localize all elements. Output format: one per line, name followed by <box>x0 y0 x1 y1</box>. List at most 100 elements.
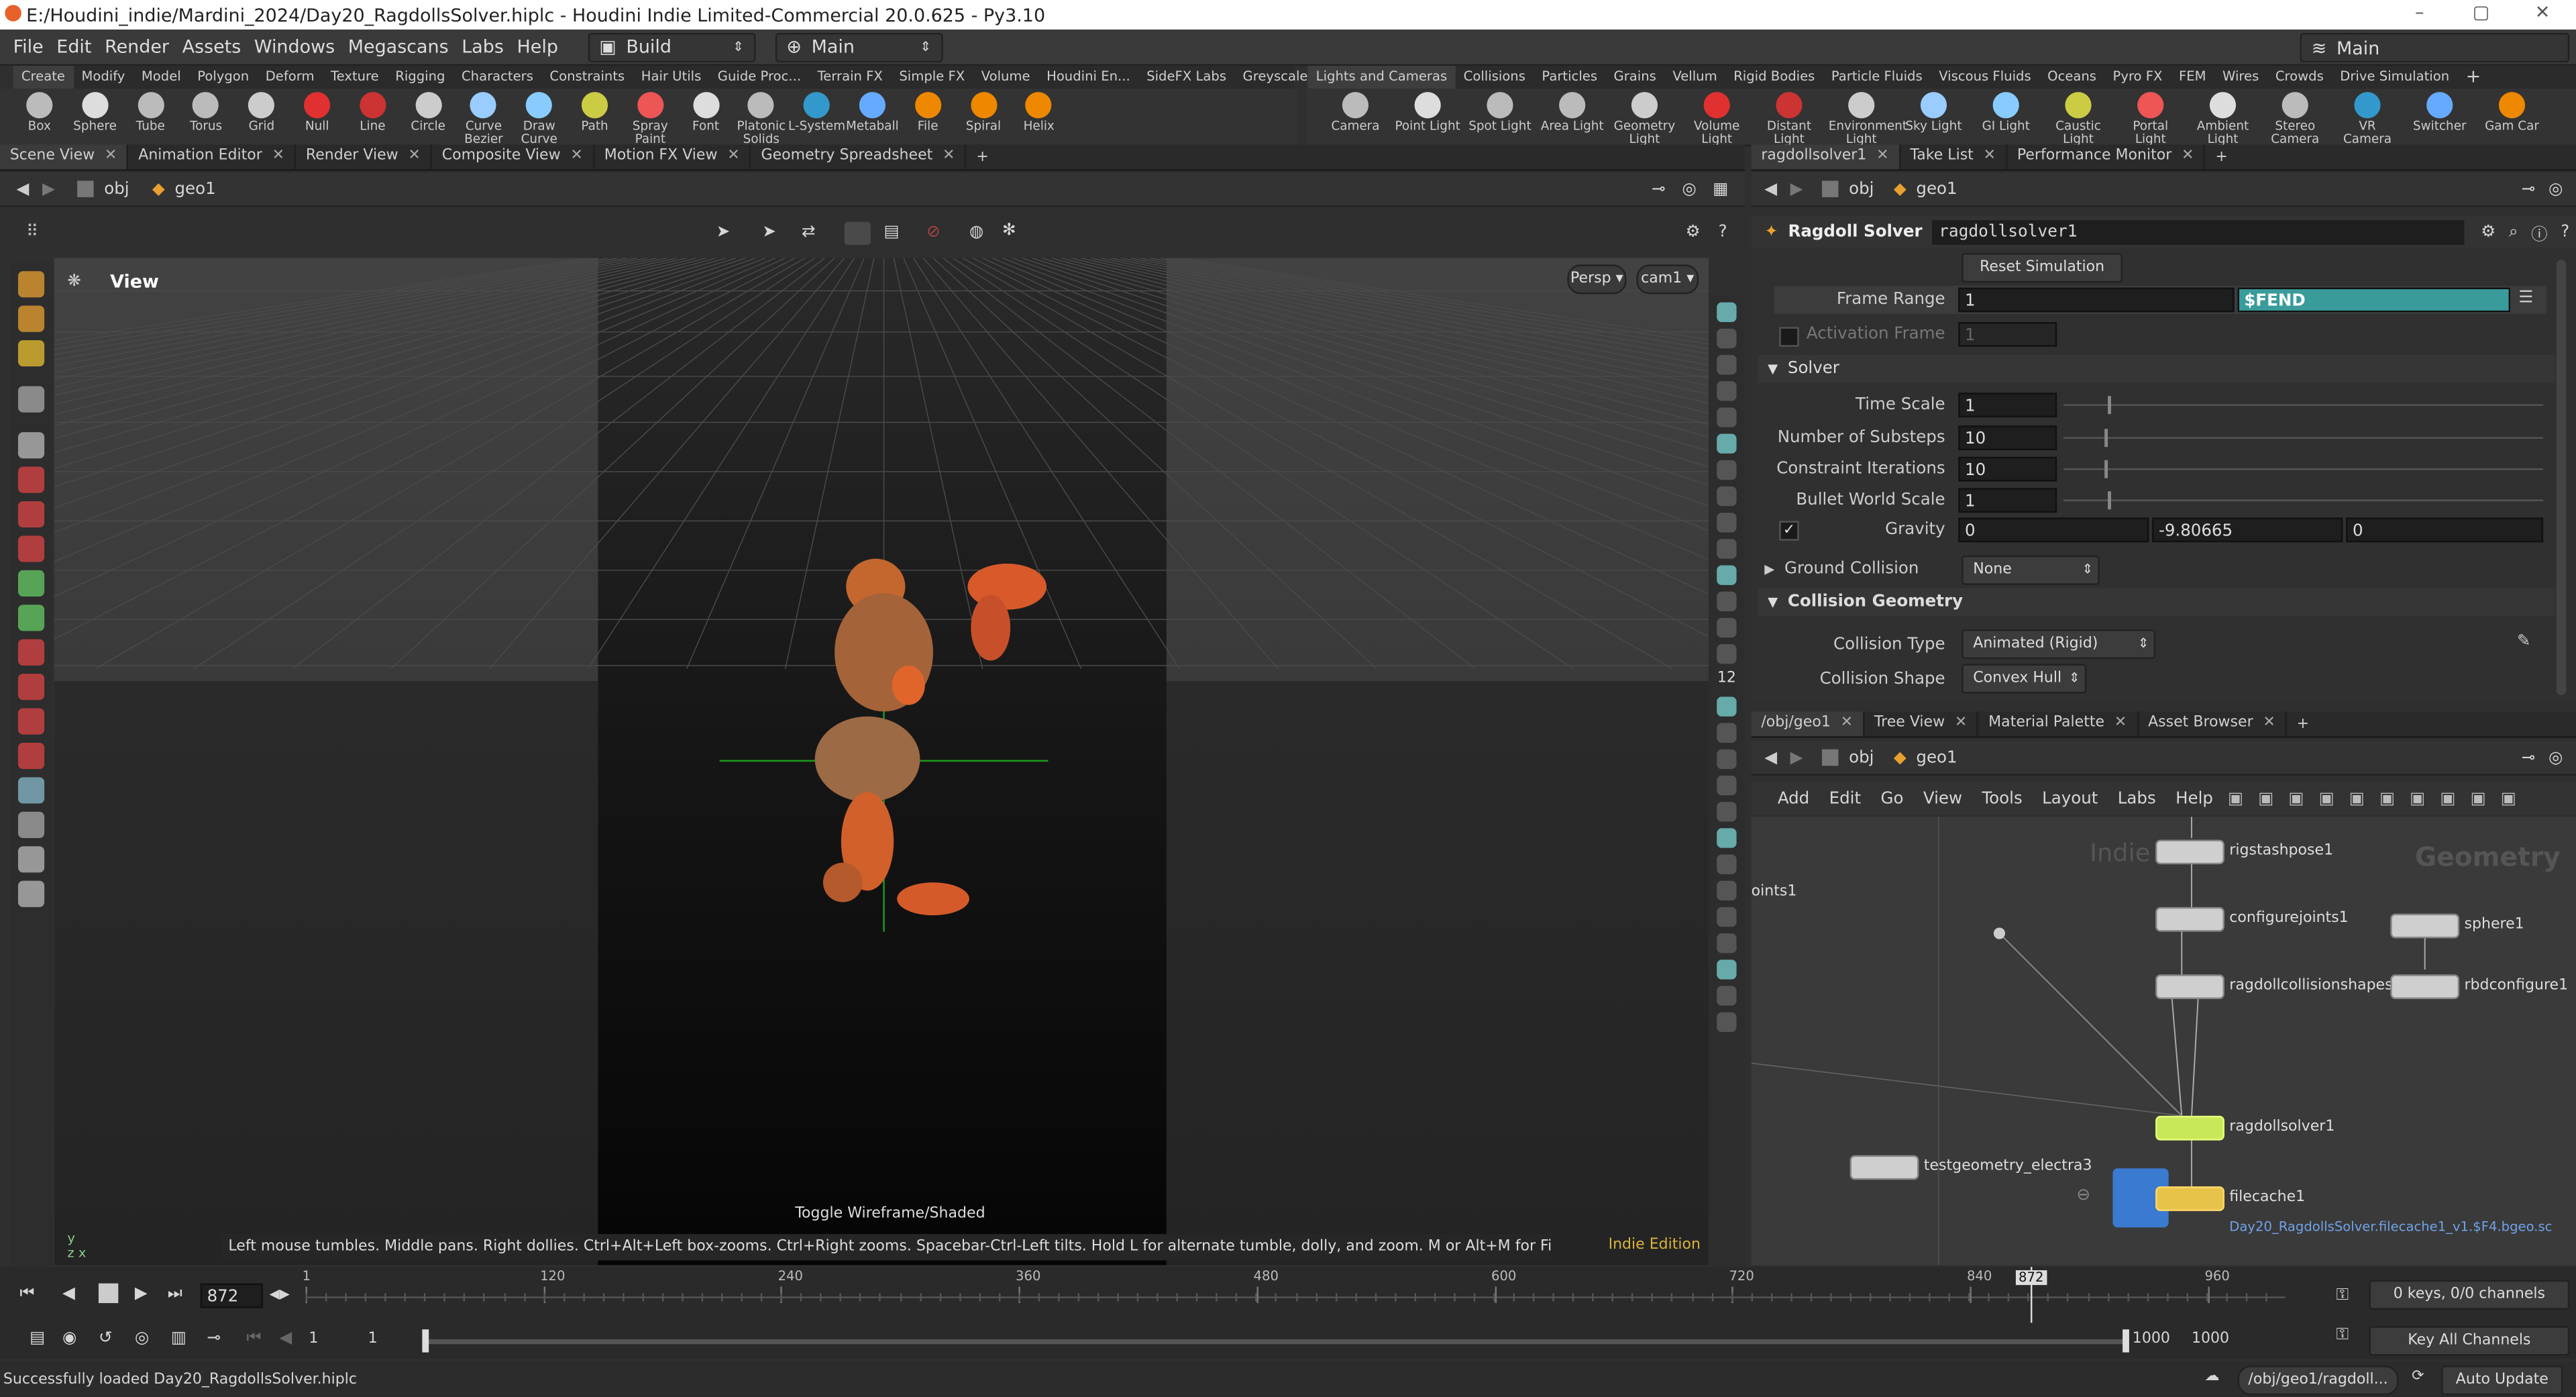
shelf-tool-volume-light[interactable]: Volume Light <box>1684 89 1750 146</box>
pin-icon[interactable]: ⊸ <box>2522 749 2536 767</box>
menu-edit[interactable]: Edit <box>56 36 91 58</box>
menu-help[interactable]: Help <box>517 36 558 58</box>
display-option-icon[interactable] <box>1717 486 1737 507</box>
close-icon[interactable]: ✕ <box>2535 1 2551 23</box>
close-tab-icon[interactable]: ✕ <box>1955 715 1967 731</box>
gear-icon[interactable]: ⚙ <box>2481 223 2496 241</box>
close-tab-icon[interactable]: ✕ <box>1984 148 1996 164</box>
shelf-tab[interactable]: Houdini En... <box>1038 66 1138 89</box>
viewer-options-icon[interactable]: ⚙ <box>1686 223 1701 242</box>
keys-info-button[interactable]: 0 keys, 0/0 channels <box>2369 1280 2570 1310</box>
gravity-x-field[interactable]: 0 <box>1958 517 2149 543</box>
display-option-icon[interactable] <box>1717 539 1737 559</box>
shelf-tab[interactable]: Deform <box>257 66 322 89</box>
display-option-icon[interactable] <box>1717 328 1737 349</box>
link-icon[interactable]: ◎ <box>2548 749 2563 767</box>
constraint-iterations-slider[interactable] <box>2063 468 2544 470</box>
tree-icon[interactable]: ▣ <box>2258 790 2273 808</box>
display-option-icon[interactable] <box>1717 565 1737 585</box>
stop-icon[interactable]: ⊘ <box>926 223 941 242</box>
back-arrow-icon[interactable]: ◀ <box>1764 749 1777 767</box>
range-end2-field[interactable]: 1000 <box>2192 1331 2229 1347</box>
add-tab-icon[interactable]: + <box>2215 149 2227 165</box>
shelf-tab[interactable]: Terrain FX <box>809 66 891 89</box>
network-menu-layout[interactable]: Layout <box>2042 790 2098 808</box>
display-option-icon[interactable] <box>1717 433 1737 454</box>
viewer-tool-icon[interactable] <box>17 305 45 332</box>
shelf-tab[interactable]: Rigging <box>387 66 453 89</box>
close-tab-icon[interactable]: ✕ <box>272 148 284 164</box>
shelf-tool-point-light[interactable]: Point Light <box>1395 89 1460 144</box>
shelf-tab[interactable]: Hair Utils <box>633 66 709 89</box>
shelf-tool-area-light[interactable]: Area Light <box>1540 89 1605 144</box>
display-option-icon[interactable] <box>1717 723 1737 743</box>
viewer-tool-icon[interactable] <box>17 432 45 459</box>
back-arrow-icon[interactable]: ◀ <box>16 180 29 198</box>
image-icon[interactable]: ▣ <box>2410 790 2425 808</box>
display-option-icon[interactable] <box>1717 933 1737 953</box>
context-selector[interactable]: ⊕ Main ⇕ <box>775 32 943 62</box>
list-icon[interactable]: ▣ <box>2288 790 2304 808</box>
pane-tab[interactable]: Motion FX View ✕ <box>594 144 751 170</box>
close-tab-icon[interactable]: ✕ <box>570 148 582 164</box>
viewer-tool-icon[interactable] <box>17 605 45 631</box>
add-tab-icon[interactable]: + <box>976 149 988 165</box>
link-icon[interactable]: ◎ <box>1682 180 1696 198</box>
menu-windows[interactable]: Windows <box>254 36 335 58</box>
network-menu-go[interactable]: Go <box>1880 790 1903 808</box>
link-icon[interactable]: ◎ <box>2548 180 2563 198</box>
menu-labs[interactable]: Labs <box>462 36 504 58</box>
close-tab-icon[interactable]: ✕ <box>2182 148 2194 164</box>
close-tab-icon[interactable]: ✕ <box>408 148 420 164</box>
shelf-tab[interactable]: Rigid Bodies <box>1725 66 1823 89</box>
camera-snapshot-icon[interactable]: ◍ <box>969 223 983 242</box>
go-prev-icon[interactable]: ◀ <box>279 1329 292 1347</box>
viewer-tool-icon[interactable] <box>17 777 45 804</box>
pane-tab[interactable]: Material Palette ✕ <box>1978 711 2139 737</box>
timeline-ruler[interactable]: 1 120 240 360 480 600 720 840 960 872 <box>303 1267 2286 1323</box>
path-obj[interactable]: obj <box>1849 749 1874 767</box>
path-obj[interactable]: obj <box>104 180 129 198</box>
path-obj[interactable]: obj <box>1849 180 1874 198</box>
add-tab-icon[interactable]: + <box>2297 716 2309 732</box>
grid-icon[interactable]: ▣ <box>2319 790 2334 808</box>
range-slider[interactable] <box>423 1339 2127 1345</box>
select-mode-icon[interactable]: ➤ <box>716 223 731 242</box>
network-menu-edit[interactable]: Edit <box>1829 790 1861 808</box>
slider-handle[interactable] <box>2104 460 2108 478</box>
solver-section-header[interactable]: ▼ Solver <box>1758 354 2555 383</box>
viewer-tool-icon[interactable] <box>17 340 45 367</box>
step-arrows-icon[interactable]: ◀▶ <box>270 1287 290 1302</box>
camera-icon[interactable]: ▣ <box>2501 790 2516 808</box>
shelf-tab[interactable]: Model <box>133 66 189 89</box>
menu-render[interactable]: Render <box>105 36 169 58</box>
audio-icon[interactable]: ◉ <box>62 1329 76 1347</box>
shelf-tool-stereo-camera[interactable]: Stereo Camera <box>2262 89 2328 146</box>
key-icon[interactable]: ⚿ <box>2336 1286 2349 1304</box>
viewer-tool-icon[interactable] <box>17 674 45 701</box>
collisionshapes-node[interactable] <box>2155 974 2224 999</box>
shelf-tool-distant-light[interactable]: Distant Light <box>1756 89 1822 146</box>
viewer-tool-icon[interactable] <box>17 535 45 562</box>
shelf-tab[interactable]: Lights and Cameras <box>1307 65 1456 89</box>
rbdconfigure-node[interactable] <box>2390 974 2460 999</box>
scene-viewport[interactable]: ❋ View Persp ▾ cam1 ▾ Toggle Wireframe/S… <box>54 258 1709 1265</box>
expand-circle-icon[interactable]: ⊖ <box>2077 1186 2091 1204</box>
display-option-icon[interactable] <box>1717 354 1737 375</box>
shelf-tab[interactable]: Constraints <box>541 66 633 89</box>
activation-frame-field[interactable]: 1 <box>1958 322 2057 347</box>
loop-icon[interactable]: ↺ <box>99 1329 113 1347</box>
refresh-icon[interactable]: ⟳ <box>2412 1369 2424 1385</box>
path-geo[interactable]: geo1 <box>1916 749 1957 767</box>
pin-icon[interactable]: ⊸ <box>1652 180 1666 198</box>
network-editor[interactable]: Indie Geometry oints1 rigstashpose1 conf… <box>1751 817 2576 1265</box>
minimize-icon[interactable]: – <box>2415 1 2424 23</box>
display-option-icon[interactable] <box>1717 1012 1737 1032</box>
note-icon[interactable]: ▣ <box>2379 790 2395 808</box>
close-tab-icon[interactable]: ✕ <box>727 148 739 164</box>
shelf-tool-environment-light[interactable]: Environment Light <box>1829 89 1907 146</box>
path-geo[interactable]: geo1 <box>174 180 215 198</box>
shelf-tab[interactable]: Simple FX <box>891 66 973 89</box>
shelf-tab[interactable]: Characters <box>453 66 541 89</box>
shelf-tab[interactable]: Crowds <box>2267 66 2332 89</box>
